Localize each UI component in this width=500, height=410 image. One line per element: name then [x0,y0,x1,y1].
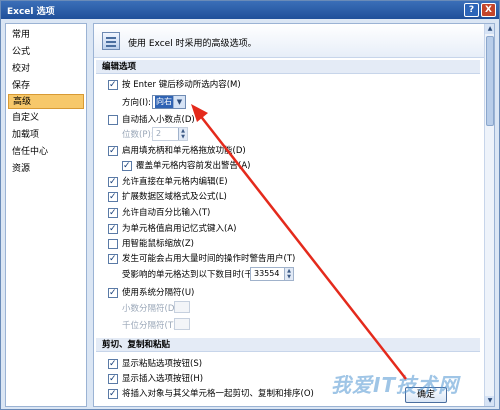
checkbox-checked[interactable] [108,222,118,236]
close-button[interactable]: X [481,3,496,17]
checkbox-checked[interactable] [122,159,132,173]
decimal-separator-input[interactable] [174,301,190,313]
checkbox-unchecked[interactable] [108,239,118,249]
places-spinner[interactable]: 2 ▲ ▼ [152,127,188,141]
options-sidebar: 常用 公式 校对 保存 高级 自定义 加载项 信任中心 资源 [5,23,87,407]
header-banner: 使用 Excel 时采用的高级选项。 [94,24,484,58]
advanced-options-icon [102,32,120,50]
checkbox-checked[interactable] [108,372,118,386]
sidebar-item-trust-center[interactable]: 信任中心 [8,145,84,160]
checkbox-unchecked[interactable] [108,115,118,125]
watermark-logo: 我爱IT技术网 [331,373,460,397]
sidebar-item-formulas[interactable]: 公式 [8,45,84,60]
scrollbar-thumb[interactable] [486,36,494,126]
sidebar-item-popular[interactable]: 常用 [8,28,84,43]
section-editing-options: 编辑选项 [96,60,480,74]
checkbox-checked[interactable] [108,357,118,371]
sidebar-item-save[interactable]: 保存 [8,79,84,94]
checkbox-checked[interactable] [108,144,118,158]
scroll-up-icon[interactable]: ▲ [485,24,494,34]
header-text: 使用 Excel 时采用的高级选项。 [128,39,257,49]
chevron-down-icon[interactable]: ▼ [173,96,185,108]
cells-spinner[interactable]: 33554 ▲ ▼ [250,267,294,281]
thousands-separator-label: 千位分隔符(T): [122,321,180,331]
advanced-options-panel: 使用 Excel 时采用的高级选项。 编辑选项 按 Enter 键后移动所选内容… [93,23,495,407]
checkbox-checked[interactable] [108,286,118,300]
sidebar-item-proofing[interactable]: 校对 [8,62,84,77]
places-label: 位数(P): [122,130,154,140]
sidebar-item-customize[interactable]: 自定义 [8,111,84,126]
vertical-scrollbar[interactable]: ▲ ▼ [484,24,494,406]
sidebar-item-resources[interactable]: 资源 [8,162,84,177]
checkbox-checked[interactable] [108,190,118,204]
checkbox-checked[interactable] [108,206,118,220]
direction-label: 方向(I): [122,98,152,108]
direction-value: 向右 [155,96,173,108]
checkbox-checked[interactable] [108,175,118,189]
spinner-arrows-icon[interactable]: ▲ ▼ [284,268,293,280]
sidebar-item-advanced[interactable]: 高级 [8,94,84,109]
checkbox-checked[interactable] [108,387,118,401]
direction-dropdown[interactable]: 向右 ▼ [152,95,186,109]
scroll-down-icon[interactable]: ▼ [485,396,494,406]
window-title: Excel 选项 [7,7,55,17]
title-bar: Excel 选项 ? X [1,1,499,19]
section-cut-copy-paste: 剪切、复制和粘贴 [96,338,480,352]
thousands-separator-input[interactable] [174,318,190,330]
sidebar-item-addins[interactable]: 加载项 [8,128,84,143]
checkbox-checked[interactable] [108,252,118,266]
decimal-separator-label: 小数分隔符(D): [122,304,181,314]
help-button[interactable]: ? [464,3,479,17]
spinner-arrows-icon[interactable]: ▲ ▼ [178,128,187,140]
excel-options-dialog: Excel 选项 ? X 常用 公式 校对 保存 高级 自定义 加载项 信任中心… [0,0,500,410]
checkbox-checked[interactable] [108,78,118,92]
